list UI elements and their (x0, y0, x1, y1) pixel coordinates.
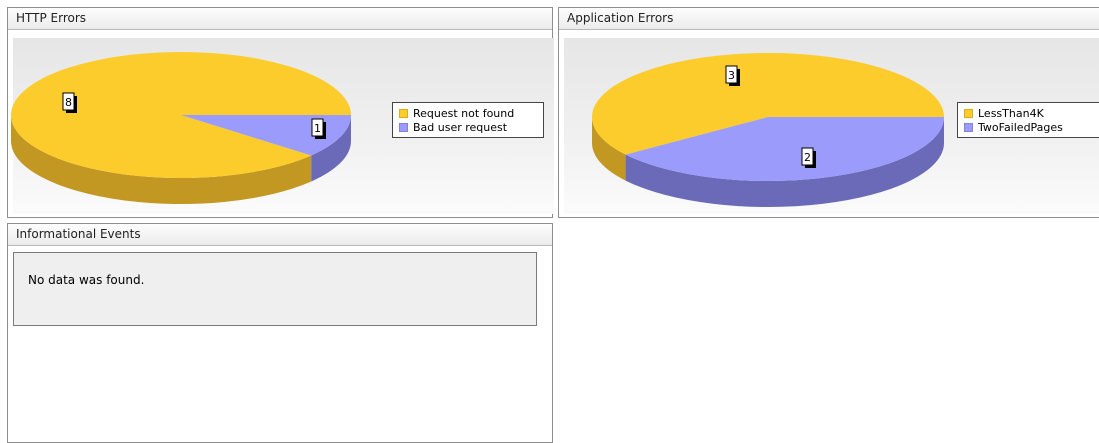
no-data-message: No data was found. (28, 273, 145, 287)
svg-text:2: 2 (804, 151, 811, 164)
data-label: 1 (311, 118, 326, 139)
no-data-message-box: No data was found. (13, 252, 537, 326)
legend-label: TwoFailedPages (978, 120, 1063, 134)
application-errors-chart-area: 3 2 LessThan4K TwoFailedPages (564, 38, 1099, 214)
legend-label: LessThan4K (978, 106, 1044, 120)
legend-swatch-blue (964, 122, 973, 132)
legend-item: Bad user request (399, 120, 537, 134)
legend-swatch-blue (399, 122, 408, 132)
panel-title: Informational Events (8, 224, 552, 246)
legend-label: Request not found (413, 106, 515, 120)
legend: Request not found Bad user request (392, 102, 544, 138)
legend-item: Request not found (399, 106, 537, 120)
panel-title: Application Errors (559, 8, 1099, 30)
svg-text:1: 1 (314, 122, 321, 135)
legend: LessThan4K TwoFailedPages (957, 102, 1099, 138)
data-label: 2 (801, 147, 816, 168)
data-label: 8 (62, 92, 77, 113)
legend-item: TwoFailedPages (964, 120, 1094, 134)
svg-text:8: 8 (65, 96, 72, 109)
legend-swatch-yellow (964, 108, 973, 118)
panel-title: HTTP Errors (8, 8, 552, 30)
http-errors-chart-area: 8 1 Request not found Bad user request (11, 38, 554, 214)
legend-item: LessThan4K (964, 106, 1094, 120)
svg-text:3: 3 (728, 69, 735, 82)
http-errors-panel: HTTP Errors 8 1 Request not found Bad use… (7, 7, 554, 218)
application-errors-panel: Application Errors 3 2 LessThan4K TwoFail… (558, 7, 1099, 218)
data-label: 3 (725, 65, 740, 86)
legend-swatch-yellow (399, 108, 408, 118)
legend-label: Bad user request (413, 120, 508, 134)
informational-events-panel: Informational Events No data was found. (7, 223, 553, 443)
